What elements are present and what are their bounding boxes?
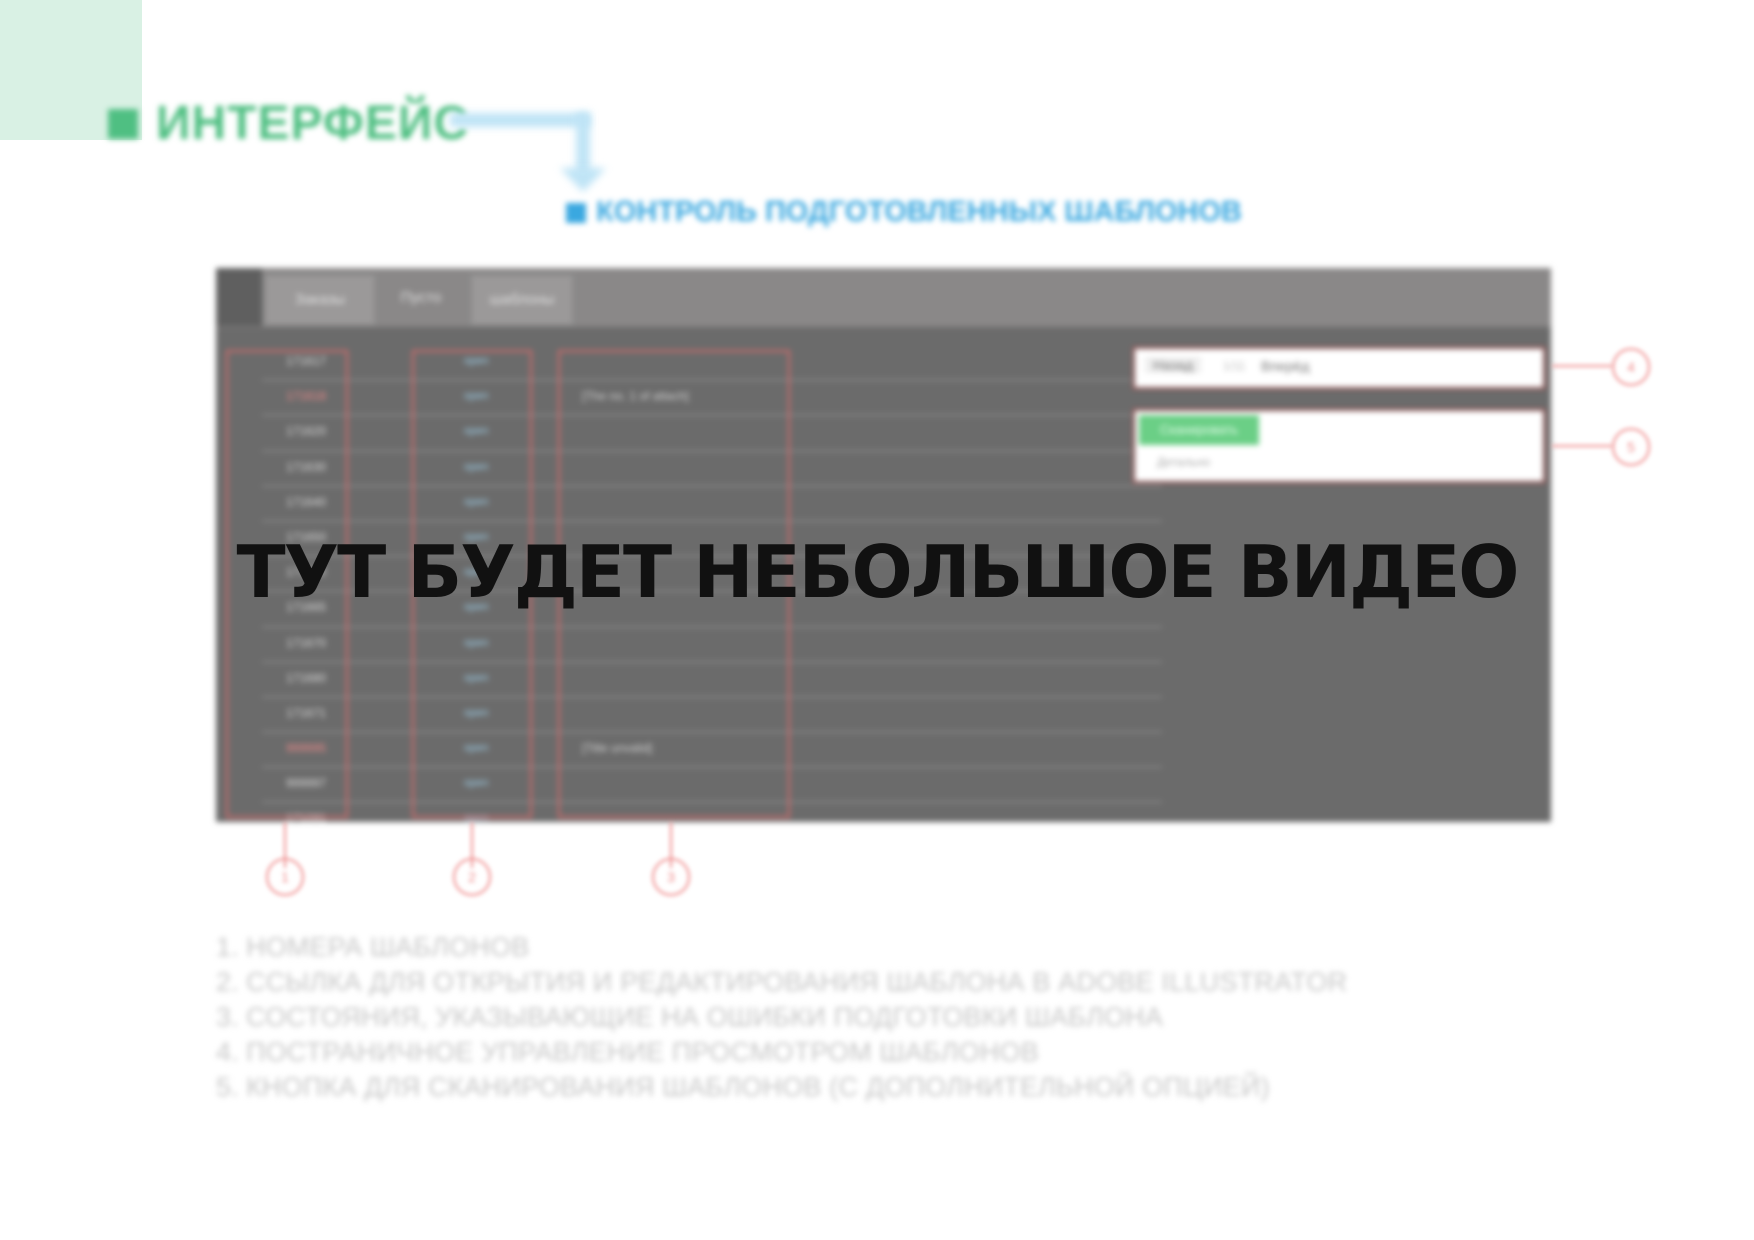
legend-number: 4. xyxy=(216,1037,239,1067)
legend-number: 5. xyxy=(216,1072,239,1102)
video-placeholder-text: ТУТ БУДЕТ НЕБОЛЬШОЕ ВИДЕО xyxy=(236,530,1520,614)
legend-list: 1. НОМЕРА ШАБЛОНОВ 2. ССЫЛКА ДЛЯ ОТКРЫТИЯ … xyxy=(216,930,1347,1105)
connector-line-horizontal xyxy=(450,113,590,127)
legend-text: НОМЕРА ШАБЛОНОВ xyxy=(246,932,530,962)
legend-number: 2. xyxy=(216,967,239,997)
callout-marker-5: 5 xyxy=(1612,428,1650,466)
legend-text: ПОСТРАНИЧНОЕ УПРАВЛЕНИЕ ПРОСМОТРОМ ШАБЛО… xyxy=(246,1037,1039,1067)
subheading-square-icon xyxy=(566,202,586,223)
callout-marker-4: 4 xyxy=(1612,348,1650,386)
legend-number: 1. xyxy=(216,932,239,962)
pager-prev-button[interactable]: Назад xyxy=(1145,357,1202,373)
subheading-title: КОНТРОЛЬ ПОДГОТОВЛЕННЫХ ШАБЛОНОВ xyxy=(596,196,1242,228)
heading-title: ИНТЕРФЕЙС xyxy=(156,97,470,150)
tab-orders[interactable]: Заказы xyxy=(264,274,376,326)
callout-marker-2: 2 xyxy=(453,858,491,896)
legend-item: 3. СОСТОЯНИЯ, УКАЗЫВАЮЩИЕ НА ОШИБКИ ПОДГО… xyxy=(216,1000,1347,1035)
pager-next-button[interactable]: Вперёд xyxy=(1261,358,1309,374)
legend-item: 2. ССЫЛКА ДЛЯ ОТКРЫТИЯ И РЕДАКТИРОВАНИЯ Ш… xyxy=(216,965,1347,1000)
callout-line-5 xyxy=(1552,445,1612,447)
legend-item: 1. НОМЕРА ШАБЛОНОВ xyxy=(216,930,1347,965)
section-subheading: КОНТРОЛЬ ПОДГОТОВЛЕННЫХ ШАБЛОНОВ xyxy=(566,196,1242,229)
legend-text: СОСТОЯНИЯ, УКАЗЫВАЮЩИЕ НА ОШИБКИ ПОДГОТО… xyxy=(246,1002,1164,1032)
pagination-control: Назад 1/11 Вперёд xyxy=(1132,346,1546,390)
callout-marker-3: 3 xyxy=(652,858,690,896)
legend-item: 5. КНОПКА ДЛЯ СКАНИРОВАНИЯ ШАБЛОНОВ (С ДО… xyxy=(216,1070,1347,1105)
app-topbar: Заказы Пусто шаблоны xyxy=(216,268,1551,328)
page-heading: ИНТЕРФЕЙС xyxy=(108,96,469,151)
callout-marker-1: 1 xyxy=(266,858,304,896)
app-sidebar xyxy=(216,268,262,326)
legend-number: 3. xyxy=(216,1002,239,1032)
scan-button[interactable]: Сканировать xyxy=(1139,415,1259,445)
callout-line-4 xyxy=(1552,365,1612,367)
scan-option-checkbox[interactable]: Детально xyxy=(1157,455,1210,469)
pager-page-number: 1/11 xyxy=(1223,359,1246,373)
connector-line-vertical xyxy=(576,113,590,175)
scan-panel: Сканировать Детально xyxy=(1132,408,1546,484)
legend-item: 4. ПОСТРАНИЧНОЕ УПРАВЛЕНИЕ ПРОСМОТРОМ ШАБ… xyxy=(216,1035,1347,1070)
legend-text: ССЫЛКА ДЛЯ ОТКРЫТИЯ И РЕДАКТИРОВАНИЯ ШАБ… xyxy=(246,967,1348,997)
tab-empty[interactable]: Пусто xyxy=(376,274,466,322)
tab-templates[interactable]: шаблоны xyxy=(470,274,574,326)
legend-text: КНОПКА ДЛЯ СКАНИРОВАНИЯ ШАБЛОНОВ (С ДОПО… xyxy=(246,1072,1270,1102)
heading-square-icon xyxy=(108,108,138,139)
arrow-down-icon xyxy=(560,168,606,192)
